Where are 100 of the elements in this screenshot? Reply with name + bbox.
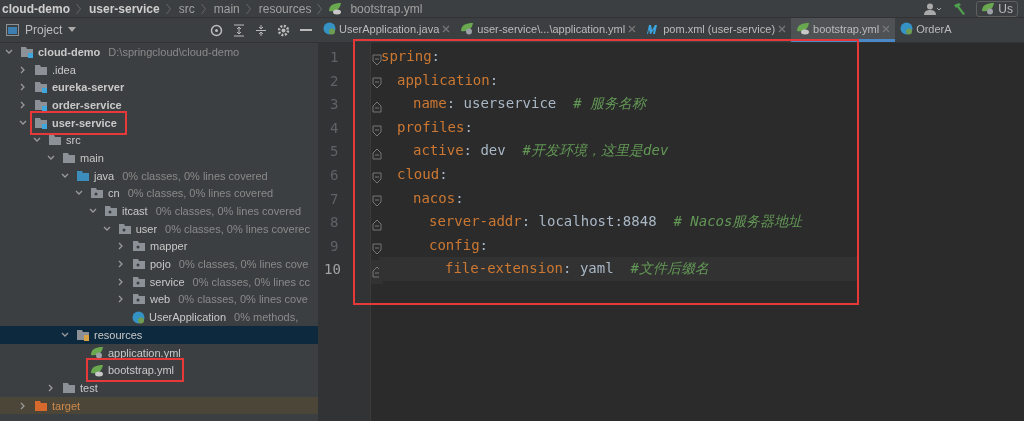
tab-label: user-service\...\application.yml [477,22,626,35]
tree-label: user-service [52,116,117,129]
tree-row[interactable]: java 0% classes, 0% lines covered [0,166,318,185]
class-icon [132,310,145,324]
tree-hint: 0% classes, 0% lines covered [155,205,302,218]
tree-row[interactable]: cn 0% classes, 0% lines covered [0,184,318,203]
chevron-right-icon [317,2,323,15]
package-icon [132,240,146,253]
panel-title[interactable]: Project [25,23,63,37]
fold-open-icon[interactable] [372,195,382,208]
code-line: nacos: [412,188,465,208]
tree-label: pojo [150,258,171,271]
code-line: config: [428,235,489,255]
editor-tab[interactable]: UserApplication.java [318,18,456,42]
fold-end-icon[interactable] [372,266,382,279]
package-icon [104,205,118,218]
tree-row[interactable]: web 0% classes, 0% lines cove [0,290,318,309]
tree-row[interactable]: eureka-server [0,78,318,97]
editor-tab[interactable]: OrderA [895,18,957,42]
tree-label: application.yml [108,346,181,359]
close-icon[interactable] [442,24,451,33]
tree-row[interactable]: pojo 0% classes, 0% lines cove [0,255,318,273]
package-icon [132,293,146,306]
tree-label: itcast [122,205,148,218]
tree-row[interactable]: user-service [0,113,318,132]
fold-end-icon[interactable] [372,148,382,161]
close-icon[interactable] [778,24,787,33]
editor-tab[interactable]: pom.xml (user-service) [641,18,792,42]
code-line: application: [396,70,500,90]
tree-row[interactable]: bootstrap.yml [0,361,318,380]
folder-icon [62,381,76,394]
caret-icon[interactable] [68,27,77,33]
tab-label: OrderA [916,22,952,35]
tree-row[interactable]: .idea [0,60,318,79]
tree-hint: D:\springcloud\cloud-demo [108,45,240,58]
fold-open-icon[interactable] [372,242,382,255]
module-folder-icon [20,45,34,58]
editor-tab[interactable]: user-service\...\application.yml [455,18,642,42]
fold-open-icon[interactable] [372,171,382,184]
collapse-all-icon[interactable] [255,23,267,37]
folder-icon [62,151,76,164]
tree-label: UserApplication [149,311,227,324]
breadcrumb-item[interactable]: src [176,1,195,16]
hammer-icon[interactable] [952,1,967,16]
module-folder-icon [34,98,48,111]
fold-open-icon[interactable] [372,124,382,137]
source-folder-icon [76,169,90,182]
tree-row[interactable]: user 0% classes, 0% lines coverec [0,219,318,238]
tree-row[interactable]: src [0,131,318,150]
fold-end-icon[interactable] [372,101,382,113]
tree-hint: 0% classes, 0% lines cc [192,275,310,288]
close-icon[interactable] [628,24,637,33]
fold-open-icon[interactable] [372,53,382,66]
breadcrumb-item[interactable]: bootstrap.yml [348,1,423,16]
excluded-folder-icon [34,399,48,412]
tree-row[interactable]: resources [0,326,318,344]
fold-end-icon[interactable] [372,218,382,231]
code-line: server-addr: localhost:8848 # Nacos服务器地址 [428,212,804,232]
fold-open-icon[interactable] [372,77,382,90]
tree-row[interactable]: test [0,379,318,397]
run-config-button[interactable]: Us [976,0,1018,17]
leaf-gear-icon [90,346,104,360]
target-icon[interactable] [210,23,223,37]
breadcrumb-item[interactable]: resources [256,1,312,16]
breadcrumb-item[interactable]: user-service [87,1,160,16]
tree-hint: 0% classes, 0% lines covered [127,187,274,200]
expand-all-icon[interactable] [233,23,245,37]
tab-label: bootstrap.yml [813,22,880,35]
breadcrumb-item[interactable]: main [211,1,240,16]
tree-row[interactable]: UserApplication 0% methods, [0,308,318,326]
line-number: 10 [323,260,342,280]
tree-label: .idea [52,63,76,76]
tree-label: cloud-demo [38,45,101,58]
breadcrumb-item[interactable]: cloud-demo [0,1,70,16]
module-folder-icon [34,116,48,129]
tree-row[interactable]: cloud-demo D:\springcloud\cloud-demo [0,43,318,61]
tree-row[interactable]: target [0,396,318,415]
tree-row[interactable]: service 0% classes, 0% lines cc [0,272,318,291]
folder-icon [48,134,62,147]
tree-label: user [135,222,158,235]
tree-label: bootstrap.yml [108,364,175,377]
minimize-icon[interactable] [300,28,312,32]
code-line: cloud: [396,164,449,184]
code-line: active: dev #开发环境，这里是dev [412,141,670,161]
tree-hint: 0% classes, 0% lines covered [122,169,268,182]
leaf-cloud-icon [90,363,104,377]
tree-row[interactable]: mapper [0,237,318,256]
tree-row[interactable]: order-service [0,96,318,114]
folder-icon [34,63,48,76]
tree-row[interactable]: main [0,149,318,167]
chevron-right-icon [200,2,206,15]
panel-window-icon [6,24,19,36]
tree-label: order-service [52,98,122,111]
tree-hint: 0% methods, [234,311,299,324]
tree-row[interactable]: application.yml [0,343,318,362]
tree-row[interactable]: itcast 0% classes, 0% lines covered [0,202,318,220]
tree-label: eureka-server [52,81,125,94]
user-icon[interactable] [924,2,943,15]
editor-tab[interactable]: bootstrap.yml [791,18,896,42]
settings-icon[interactable] [277,23,290,37]
